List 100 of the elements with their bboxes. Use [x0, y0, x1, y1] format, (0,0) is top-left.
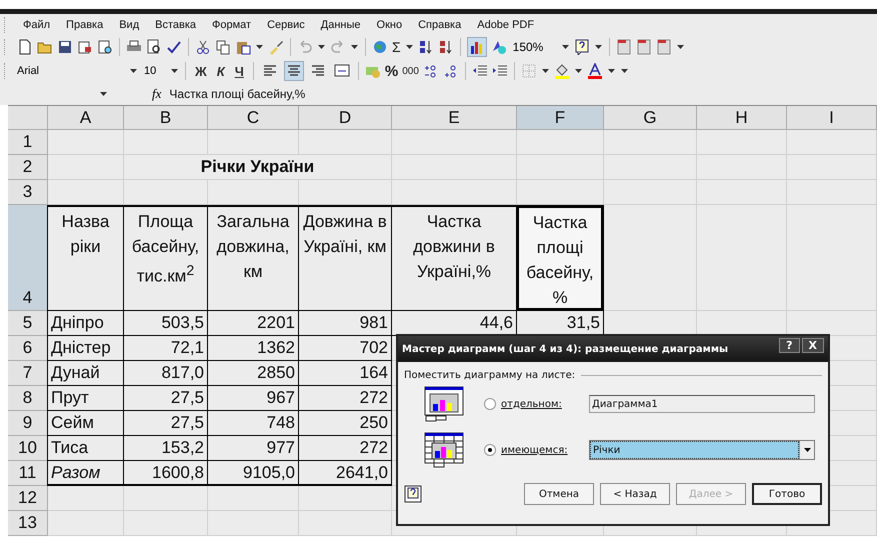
font-color-icon[interactable]: [586, 63, 603, 79]
document-search-icon[interactable]: [97, 39, 113, 55]
row-header[interactable]: 8: [8, 386, 48, 411]
help-button[interactable]: ?: [779, 338, 800, 353]
table-cell: Сейм: [47, 411, 124, 436]
menu-item[interactable]: Сервис: [259, 18, 313, 30]
row-header[interactable]: 4: [8, 205, 48, 311]
row-header[interactable]: 7: [8, 361, 48, 386]
document-icon[interactable]: [17, 39, 33, 55]
column-header[interactable]: B: [124, 106, 208, 130]
row-header[interactable]: 13: [8, 511, 48, 536]
menu-item[interactable]: Файл: [15, 18, 58, 30]
row-header[interactable]: 6: [8, 336, 48, 361]
radio-button[interactable]: [484, 398, 496, 410]
radio-button[interactable]: [484, 444, 496, 456]
table-cell: Дністер: [47, 336, 124, 361]
menu-item[interactable]: Вставка: [147, 18, 204, 30]
row-header[interactable]: 11: [8, 461, 48, 486]
dropdown-arrow-icon[interactable]: [594, 45, 602, 49]
row-header[interactable]: 5: [8, 311, 48, 336]
column-header[interactable]: C: [208, 106, 299, 130]
pdf-document-icon[interactable]: [636, 39, 652, 55]
bar-chart-icon[interactable]: [466, 37, 487, 57]
copy-icon[interactable]: [215, 39, 231, 55]
dropdown-arrow-icon[interactable]: [574, 69, 582, 73]
table-cell: Разом: [47, 461, 124, 486]
dropdown-arrow-icon[interactable]: [318, 45, 325, 49]
menu-item[interactable]: Окно: [368, 18, 410, 30]
menu-item[interactable]: Справка: [410, 18, 470, 30]
pdf-document-icon[interactable]: [656, 39, 672, 55]
table-cell: 272: [298, 386, 392, 411]
menu-item[interactable]: Формат: [204, 18, 260, 30]
column-header[interactable]: A: [48, 106, 124, 130]
column-header[interactable]: F: [517, 106, 604, 130]
text-align-icon[interactable]: [284, 61, 304, 81]
help-icon[interactable]: [404, 485, 422, 503]
close-button[interactable]: X: [802, 338, 824, 353]
row-header[interactable]: 10: [8, 436, 48, 461]
row-header[interactable]: 2: [8, 155, 48, 180]
menu-item[interactable]: Вид: [111, 18, 148, 30]
column-header[interactable]: H: [697, 106, 787, 130]
magnifier-icon[interactable]: [146, 39, 162, 55]
formula-field[interactable]: Частка площі басейну,%: [169, 87, 306, 101]
dropdown-arrow-icon[interactable]: [100, 92, 107, 96]
sort-descending-icon[interactable]: [438, 39, 454, 55]
lock-document-icon[interactable]: [77, 39, 93, 55]
table-cell: 2641,0: [298, 461, 392, 486]
table-cell: 272: [298, 436, 392, 461]
dropdown-arrow-icon[interactable]: [542, 69, 549, 73]
font-style-button[interactable]: Ч: [234, 64, 244, 78]
column-header[interactable]: D: [299, 106, 392, 130]
zoom-field[interactable]: 150%: [508, 40, 559, 54]
embedded-chart-icon: [424, 432, 464, 468]
thousands-button[interactable]: 000: [402, 66, 419, 76]
option-label[interactable]: имеющемся:: [501, 444, 589, 456]
dialog-button[interactable]: Отмена: [524, 483, 594, 505]
check-mark-icon[interactable]: [166, 39, 182, 55]
dropdown-arrow-icon[interactable]: [804, 448, 810, 452]
font-style-button[interactable]: Ж: [195, 64, 207, 78]
dropdown-arrow-icon[interactable]: [676, 45, 684, 49]
sheet-name-field[interactable]: Диаграмма1: [589, 395, 815, 413]
help-icon[interactable]: [574, 39, 590, 55]
clipboard-icon[interactable]: [235, 39, 251, 55]
dropdown-arrow-icon[interactable]: [562, 45, 569, 49]
column-header[interactable]: G: [604, 106, 697, 130]
row-header[interactable]: 1: [8, 130, 48, 155]
row-header[interactable]: 9: [8, 411, 48, 436]
font-size-field[interactable]: 10: [140, 65, 168, 77]
sort-ascending-icon[interactable]: [418, 39, 434, 55]
column-heading-cell: Частка площі басейну, %: [516, 205, 604, 311]
column-header[interactable]: E: [392, 106, 517, 130]
column-header[interactable]: I: [787, 106, 877, 130]
sum-icon[interactable]: Σ: [392, 39, 401, 55]
menu-item[interactable]: Adobe PDF: [469, 18, 542, 30]
fill-bucket-icon[interactable]: [554, 63, 570, 79]
table-cell: Дунай: [47, 361, 124, 386]
percent-button[interactable]: %: [384, 62, 398, 80]
globe-icon[interactable]: [372, 39, 388, 55]
row-header[interactable]: 3: [8, 180, 48, 205]
sheet-dropdown[interactable]: Річки: [589, 440, 815, 460]
dropdown-arrow-icon[interactable]: [256, 45, 263, 49]
menu-item[interactable]: Правка: [58, 18, 112, 30]
menu-item[interactable]: Данные: [312, 18, 369, 30]
dialog-button[interactable]: Готово: [752, 483, 822, 505]
scissors-icon[interactable]: [195, 39, 211, 55]
shapes-icon[interactable]: [490, 39, 507, 55]
dropdown-arrow-icon[interactable]: [351, 45, 358, 49]
dropdown-arrow-icon[interactable]: [406, 45, 413, 49]
option-label[interactable]: отдельном:: [501, 398, 589, 410]
row-header[interactable]: 12: [8, 486, 48, 511]
dropdown-arrow-icon[interactable]: [171, 69, 178, 73]
font-name-field[interactable]: Arial: [15, 65, 127, 77]
table-cell: Прут: [47, 386, 124, 411]
pdf-document-icon[interactable]: [616, 39, 632, 55]
font-style-button[interactable]: К: [216, 64, 225, 78]
column-heading-cell: Площа басейну, тис.км$^{2}$: [123, 205, 208, 311]
function-button[interactable]: fx: [152, 86, 162, 102]
dropdown-arrow-icon[interactable]: [130, 69, 137, 73]
dialog-button[interactable]: < Назад: [600, 483, 670, 505]
brush-icon[interactable]: [268, 39, 284, 55]
